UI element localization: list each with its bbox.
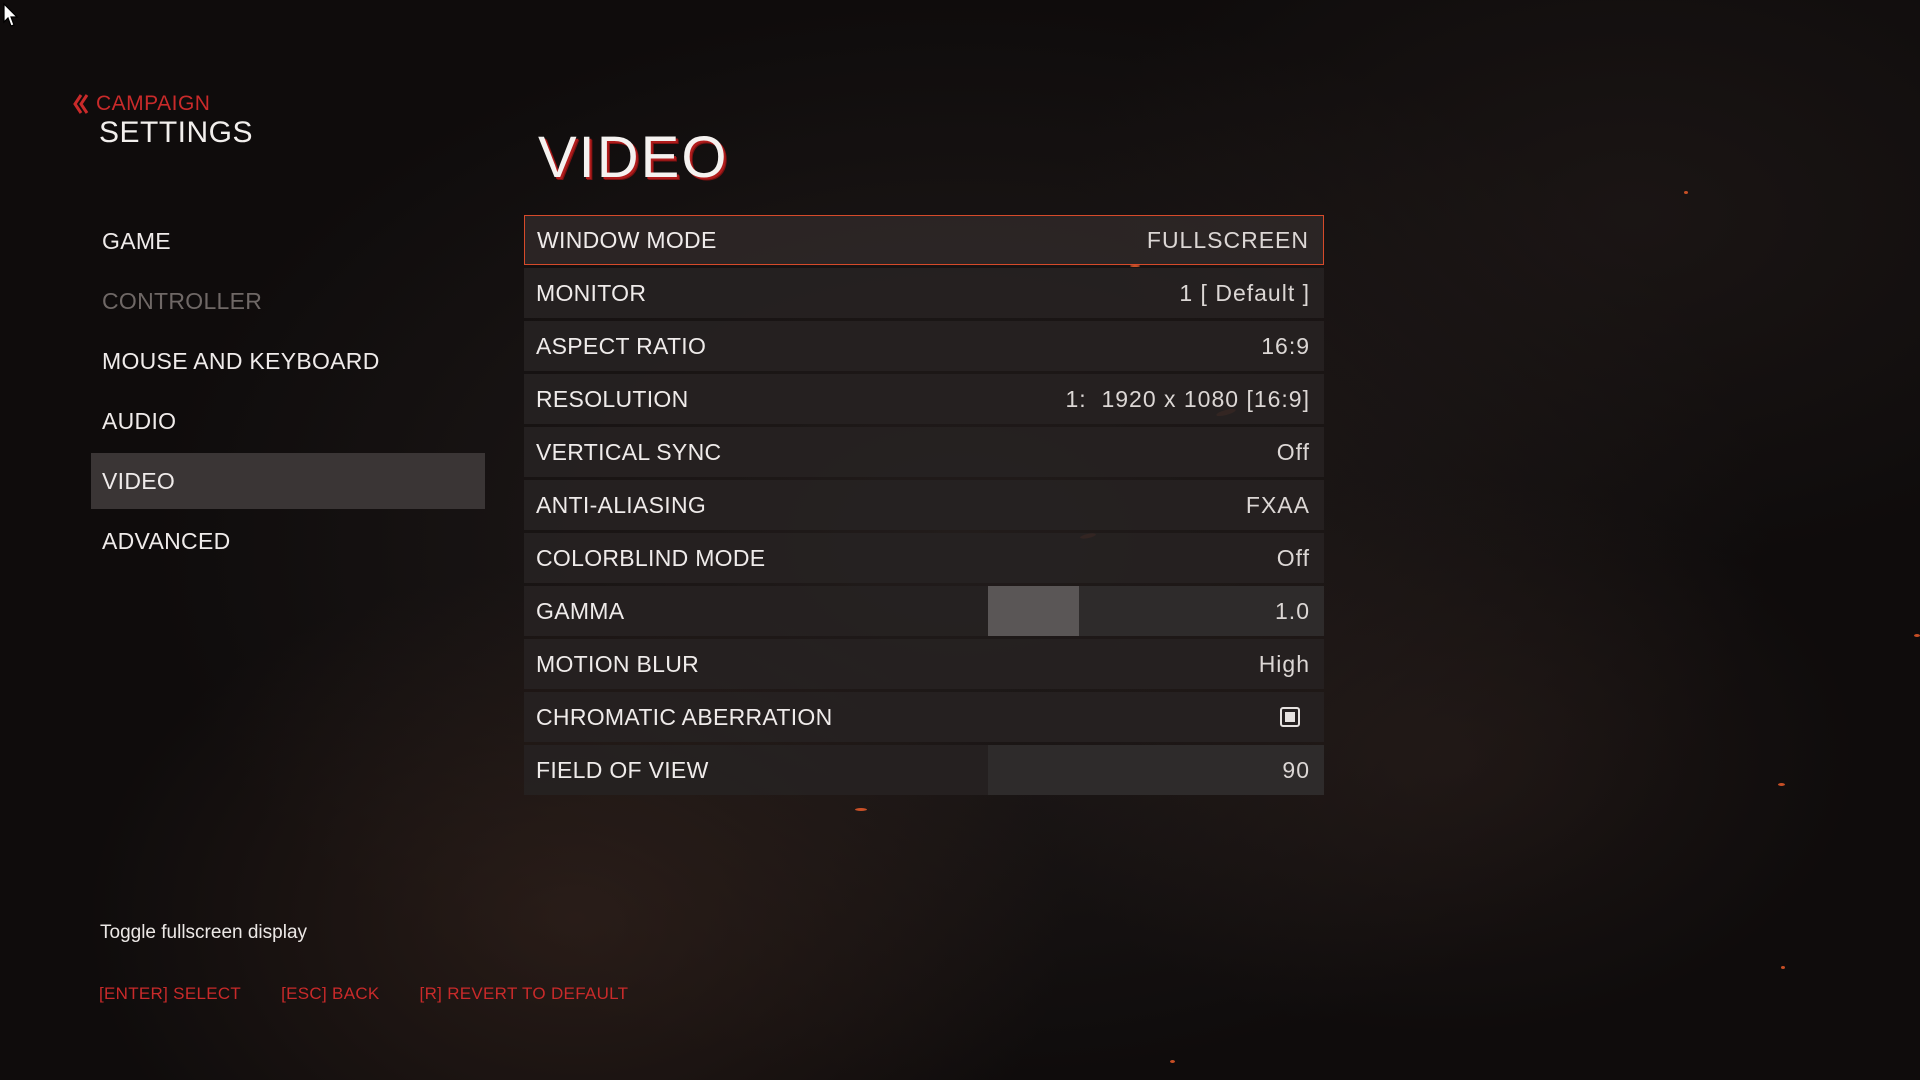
ember-particle [1914,634,1920,637]
breadcrumb-parent-link[interactable]: CAMPAIGN [96,92,210,116]
option-label: MONITOR [536,279,647,306]
option-row-gamma[interactable]: GAMMA 1.0 [524,586,1324,636]
sidebar-item-mouse-and-keyboard[interactable]: MOUSE AND KEYBOARD [91,333,485,389]
option-value[interactable]: Off [1277,439,1310,466]
revert-control-hint[interactable]: [R] REVERT TO DEFAULT [420,984,629,1004]
option-label: ASPECT RATIO [536,332,707,359]
section-title: SETTINGS [99,116,254,149]
option-description: Toggle fullscreen display [100,922,308,943]
ember-particle [1684,191,1688,194]
option-row-motion-blur[interactable]: MOTION BLUR High [524,639,1324,689]
option-row-window-mode[interactable]: WINDOW MODE FULLSCREEN [524,215,1324,265]
option-value: 90 [1282,756,1310,783]
chromatic-aberration-checkbox[interactable] [1280,707,1300,727]
option-label: FIELD OF VIEW [536,756,709,783]
option-value[interactable]: High [1259,651,1310,678]
option-label: VERTICAL SYNC [536,438,722,465]
select-control-hint[interactable]: [ENTER] SELECT [99,984,241,1004]
option-label: ANTI-ALIASING [536,491,707,518]
back-control-hint[interactable]: [ESC] BACK [281,984,379,1004]
option-row-aspect-ratio[interactable]: ASPECT RATIO 16:9 [524,321,1324,371]
gamma-slider[interactable] [988,586,1324,636]
settings-sidebar: GAME CONTROLLER MOUSE AND KEYBOARD AUDIO… [91,213,485,573]
option-label: RESOLUTION [536,385,689,412]
option-value[interactable]: 1 [ Default ] [1179,280,1310,307]
option-value[interactable]: 16:9 [1261,333,1310,360]
sidebar-item-video[interactable]: VIDEO [91,453,485,509]
option-row-chromatic-aberration[interactable]: CHROMATIC ABERRATION [524,692,1324,742]
video-options-list: WINDOW MODE FULLSCREEN MONITOR 1 [ Defau… [524,215,1324,798]
option-label: WINDOW MODE [537,226,717,253]
option-label: GAMMA [536,597,625,624]
sidebar-item-advanced[interactable]: ADVANCED [91,513,485,569]
sidebar-item-controller: CONTROLLER [102,287,263,314]
breadcrumb[interactable]: CAMPAIGN [72,92,210,116]
option-row-resolution[interactable]: RESOLUTION 1: 1920 x 1080 [16:9] [524,374,1324,424]
option-label: CHROMATIC ABERRATION [536,703,833,730]
ember-particle [1778,783,1785,786]
option-label: MOTION BLUR [536,650,700,677]
option-row-vertical-sync[interactable]: VERTICAL SYNC Off [524,427,1324,477]
option-value[interactable]: FXAA [1246,492,1310,519]
fov-slider[interactable] [988,745,1324,795]
sidebar-item-audio[interactable]: AUDIO [91,393,485,449]
settings-screen: CAMPAIGN SETTINGS GAME CONTROLLER MOUSE … [0,0,1920,1080]
ember-particle [855,808,867,811]
option-row-anti-aliasing[interactable]: ANTI-ALIASING FXAA [524,480,1324,530]
page-title: VIDEO [538,125,729,190]
option-value[interactable]: FULLSCREEN [1147,227,1309,254]
option-row-colorblind-mode[interactable]: COLORBLIND MODE Off [524,533,1324,583]
option-value[interactable]: 1: 1920 x 1080 [16:9] [1065,386,1310,413]
ember-particle [1781,966,1785,969]
mouse-cursor-icon [3,2,19,27]
option-value[interactable]: Off [1277,545,1310,572]
option-value: 1.0 [1275,597,1310,624]
option-label: COLORBLIND MODE [536,544,766,571]
checkbox-checked-indicator [1285,712,1295,722]
gamma-slider-fill[interactable] [988,586,1079,636]
ember-particle [1170,1060,1175,1063]
sidebar-item-game[interactable]: GAME [91,213,485,269]
option-row-monitor[interactable]: MONITOR 1 [ Default ] [524,268,1324,318]
control-hints: [ENTER] SELECT [ESC] BACK [R] REVERT TO … [99,984,628,1004]
double-chevron-left-icon [73,94,89,114]
option-row-field-of-view[interactable]: FIELD OF VIEW 90 [524,745,1324,795]
